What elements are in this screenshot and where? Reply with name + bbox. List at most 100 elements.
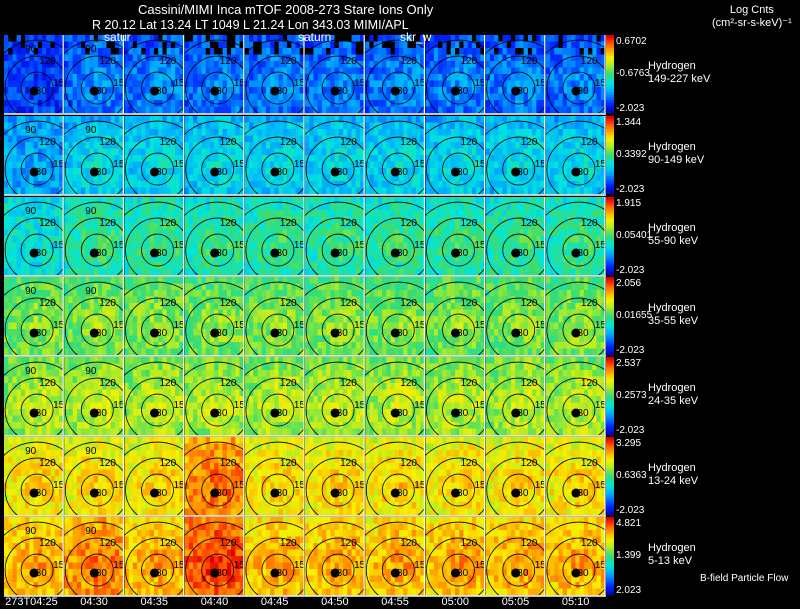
pixel-cell (351, 67, 357, 75)
pixel-cell (201, 106, 207, 114)
pixel-cell (459, 74, 464, 81)
pixel-cell (93, 116, 99, 123)
pixel-cell (295, 148, 301, 156)
pixel-cell (442, 187, 447, 195)
pixel-cell (305, 229, 310, 237)
pixel-cell (278, 116, 284, 123)
contour-label: 90 (25, 44, 37, 55)
pixel-cell (154, 122, 159, 130)
pixel-cell (326, 229, 331, 237)
pixel-cell (16, 242, 22, 250)
pixel-cell (145, 203, 151, 211)
pixel-cell (411, 116, 417, 123)
pixel-cell (485, 148, 491, 156)
pixel-cell (433, 262, 439, 269)
pixel-cell (489, 161, 495, 169)
pixel-cell (338, 148, 344, 156)
pixel-cell (390, 54, 396, 62)
pixel-cell (4, 122, 9, 130)
pixel-cell (257, 80, 263, 88)
pixel-cell (309, 236, 314, 243)
pixel-cell (231, 197, 236, 204)
pixel-cell (137, 255, 142, 263)
pixel-cell (278, 35, 284, 42)
pixel-cell (76, 100, 82, 107)
pixel-cell (429, 249, 435, 256)
pixel-cell (20, 93, 26, 101)
pixel-cell (188, 80, 194, 88)
data-gap (338, 35, 344, 42)
pixel-cell (566, 87, 572, 94)
pixel-cell (64, 142, 69, 149)
pixel-cell (433, 135, 439, 143)
pixel-cell (265, 48, 271, 55)
pixel-cell (519, 122, 524, 130)
pixel-cell (201, 61, 207, 68)
pixel-cell (166, 129, 172, 136)
pixel-cell (295, 229, 301, 237)
pixel-cell (433, 80, 439, 88)
pixel-cell (411, 197, 417, 204)
pixel-cell (313, 216, 318, 224)
pixel-cell (317, 229, 323, 237)
pixel-cell (399, 148, 404, 156)
pixel-cell (244, 35, 250, 42)
pixel-cell (571, 122, 576, 130)
pixel-cell (326, 67, 331, 75)
pixel-cell (184, 242, 190, 250)
pixel-cell (446, 67, 452, 75)
pixel-cell (193, 48, 198, 55)
pixel-cell (222, 203, 228, 211)
colorbar-step (606, 92, 614, 96)
pixel-cell (403, 210, 408, 217)
pixel-cell (515, 54, 520, 62)
pixel-cell (334, 148, 340, 156)
pixel-cell (494, 155, 499, 162)
pixel-cell (450, 106, 456, 114)
pixel-cell (209, 54, 215, 62)
pixel-cell (76, 35, 82, 42)
pixel-cell (175, 67, 180, 75)
pixel-cell (162, 268, 167, 276)
contour-label: 180 (452, 86, 469, 97)
pixel-cell (265, 223, 271, 230)
pixel-cell (149, 74, 155, 81)
pixel-cell (50, 174, 56, 182)
pixel-cell (158, 268, 163, 276)
pixel-cell (562, 106, 568, 114)
pixel-cell (265, 187, 271, 195)
pixel-cell (394, 216, 400, 224)
pixel-cell (16, 100, 22, 107)
pixel-cell (218, 229, 223, 237)
pixel-cell (592, 148, 597, 156)
pixel-cell (205, 142, 211, 149)
pixel-cell (253, 54, 258, 62)
pixel-cell (438, 262, 443, 269)
pixel-cell (85, 61, 90, 68)
pixel-cell (394, 129, 400, 136)
pixel-cell (141, 35, 146, 42)
pixel-cell (270, 210, 275, 217)
pixel-cell (128, 242, 134, 250)
pixel-cell (110, 100, 116, 107)
pixel-cell (29, 187, 34, 195)
pixel-cell (249, 135, 254, 143)
pixel-cell (415, 197, 421, 204)
pixel-cell (37, 35, 43, 42)
colorbar-step (606, 53, 614, 57)
pixel-cell (72, 262, 78, 269)
pixel-cell (386, 203, 391, 211)
pixel-cell (197, 268, 202, 276)
pixel-cell (377, 129, 383, 136)
pixel-cell (373, 249, 379, 256)
pixel-cell (12, 116, 17, 123)
pixel-cell (343, 106, 348, 114)
pixel-cell (498, 80, 503, 88)
pixel-cell (68, 135, 73, 143)
pixel-cell (76, 203, 82, 211)
pixel-cell (166, 148, 172, 156)
pixel-cell (42, 268, 47, 276)
pixel-cell (433, 48, 439, 55)
pixel-cell (98, 155, 103, 162)
pixel-cell (16, 106, 22, 114)
